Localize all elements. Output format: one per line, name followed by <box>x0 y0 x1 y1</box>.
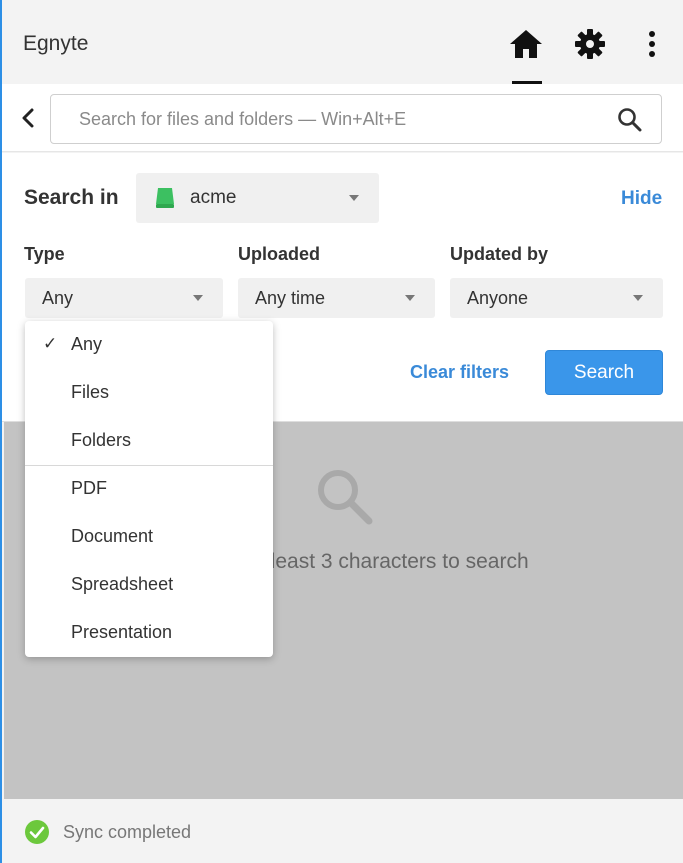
search-bar-region <box>2 84 683 152</box>
type-option-label: Spreadsheet <box>71 574 174 594</box>
check-icon: ✓ <box>43 334 58 353</box>
chevron-down-icon <box>193 295 203 301</box>
uploaded-filter-label: Uploaded <box>238 244 321 264</box>
hide-filters-link[interactable]: Hide <box>621 188 662 210</box>
status-bar: Sync completed <box>4 799 683 863</box>
back-button[interactable] <box>16 102 40 134</box>
app-title: Egnyte <box>23 32 89 55</box>
empty-state-message: t least 3 characters to search <box>259 550 529 573</box>
search-submit-button[interactable] <box>617 107 643 133</box>
search-icon <box>618 108 642 132</box>
type-option-spreadsheet[interactable]: Spreadsheet <box>25 561 273 609</box>
search-icon <box>318 470 373 525</box>
chevron-down-icon <box>633 295 643 301</box>
search-input[interactable] <box>79 107 599 131</box>
type-option-label: Any <box>71 334 103 354</box>
type-option-label: Document <box>71 526 154 546</box>
type-option-label: Folders <box>71 430 132 450</box>
type-option-presentation[interactable]: Presentation <box>25 609 273 657</box>
type-option-label: Files <box>71 382 110 402</box>
chevron-left-icon <box>22 108 34 128</box>
type-option-pdf[interactable]: PDF <box>25 465 273 513</box>
type-select-value: Any <box>42 288 74 308</box>
type-option-label: PDF <box>71 478 107 498</box>
check-circle-icon <box>25 820 49 844</box>
more-vertical-icon <box>649 31 655 57</box>
uploaded-select-value: Any time <box>255 288 326 308</box>
settings-button[interactable] <box>570 24 610 64</box>
type-option-any[interactable]: ✓ Any <box>25 321 273 369</box>
type-option-document[interactable]: Document <box>25 513 273 561</box>
type-option-folders[interactable]: Folders <box>25 417 273 465</box>
type-filter-label: Type <box>24 244 65 264</box>
status-text: Sync completed <box>63 822 192 842</box>
more-options-button[interactable] <box>632 24 672 64</box>
gear-icon <box>575 29 605 59</box>
uploaded-select[interactable]: Any time <box>238 278 435 318</box>
search-box <box>50 94 662 144</box>
type-option-files[interactable]: Files <box>25 369 273 417</box>
updated-by-filter-label: Updated by <box>450 244 549 264</box>
location-select[interactable]: acme <box>136 173 379 223</box>
type-select[interactable]: Any <box>25 278 223 318</box>
home-button[interactable] <box>506 24 546 64</box>
clear-filters-link[interactable]: Clear filters <box>410 362 509 383</box>
type-dropdown-menu: ✓ Any Files Folders PDF Document Spreads… <box>25 321 273 657</box>
chevron-down-icon <box>405 295 415 301</box>
updated-by-select[interactable]: Anyone <box>450 278 663 318</box>
type-option-label: Presentation <box>71 622 173 642</box>
drive-icon <box>156 188 174 208</box>
chevron-down-icon <box>349 195 359 201</box>
location-value: acme <box>190 187 237 208</box>
updated-by-select-value: Anyone <box>467 288 529 308</box>
app-header: Egnyte <box>2 0 683 84</box>
search-button[interactable]: Search <box>545 350 663 395</box>
home-icon <box>510 30 542 58</box>
search-in-label: Search in <box>24 186 119 209</box>
